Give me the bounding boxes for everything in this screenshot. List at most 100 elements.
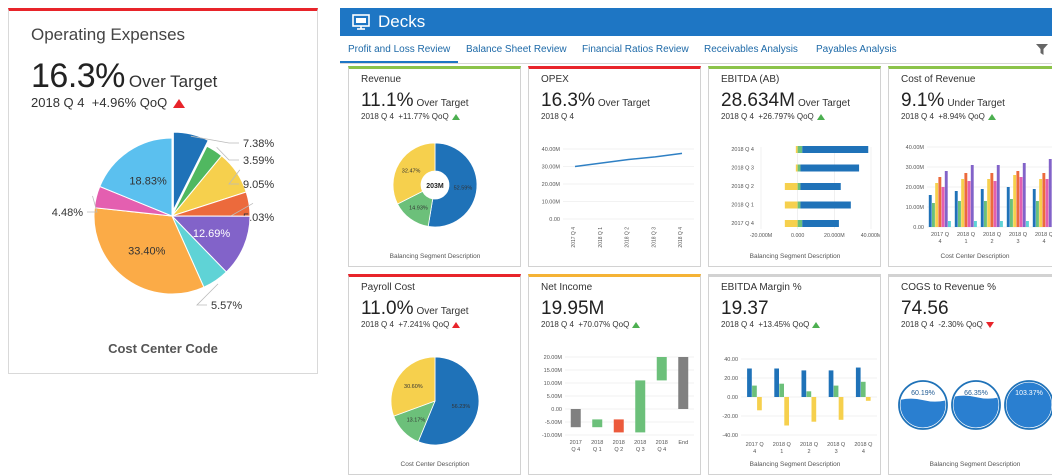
tab-payables-analysis[interactable]: Payables Analysis [816,44,897,55]
trend-up-icon [173,99,186,109]
x-tick-label: 2018 [591,440,603,446]
ebitda-margin-card[interactable]: EBITDA Margin % 19.37 2018 Q 4 +13.45% Q… [708,274,881,475]
x-tick-label: 4 [938,239,941,245]
bar [935,183,939,227]
cogs-to-revenue-gauges[interactable]: 60.19% 66.35% 103.37% Balancing Segment Des… [889,277,1052,475]
bar [996,165,1000,227]
y-tick-label: 40.00 [724,357,738,363]
bar [948,221,951,227]
y-tick-label: 10.00M [542,200,561,206]
bar [932,203,935,227]
app-header: Decks [340,8,1052,36]
x-tick-label: 4 [753,449,756,455]
revenue-card[interactable]: Revenue 11.1% Over Target 2018 Q 4 +11.77… [348,66,521,267]
opex-line-chart[interactable]: 0.00 10.00M 20.00M 30.00M 40.00M 2017 Q 4 2018… [529,69,701,267]
app-title: Decks [378,12,426,31]
bar [860,381,866,397]
operating-expenses-pie-chart[interactable]: 7.38%3.59%9.05%5.03%12.69%5.57%33.40%4.4… [9,121,317,336]
bar [1013,175,1017,227]
pie-slice-label: 4.48% [52,207,83,219]
bar [797,201,801,209]
x-tick-label: -20.000M [750,233,772,239]
bar [784,220,798,227]
net-income-waterfall-chart[interactable]: -10.00M -5.00M 0.00 5.00M 10.00M 15.00M 20.00M… [529,277,701,475]
waterfall-bar [635,380,646,433]
y-tick-label: 5.00M [547,394,563,400]
waterfall-bar [592,419,603,428]
y-tick-label: 30.00M [906,165,925,171]
ebitda-ab-bar-chart[interactable]: -20.000M 0.000 20.000M 40.000M 2018 Q 4 2018 … [709,69,881,267]
bar [784,183,798,190]
gauge-label: 60.19% [911,390,935,397]
bar [802,220,839,227]
x-tick-label: 3 [835,449,838,455]
x-tick-label: 0.000 [791,233,804,239]
bar [993,181,997,227]
cost-of-revenue-card[interactable]: Cost of Revenue 9.1% Under Target 2018 Q … [888,66,1052,267]
bar [757,397,762,411]
x-tick-label: 2018 Q [854,442,873,448]
bar [941,187,945,227]
bar [954,191,958,227]
operating-expenses-card[interactable]: Operating Expenses 16.3% Over Target 2018… [8,8,318,374]
tab-receivables-analysis[interactable]: Receivables Analysis [704,44,798,55]
tab-financial-ratios-review[interactable]: Financial Ratios Review [582,44,689,55]
bar [800,201,851,209]
ebitda-margin-bar-chart[interactable]: -40.00-20.000.0020.0040.002017 Q42018 Q1… [709,277,881,475]
bar [865,397,871,401]
y-tick-label: -20.00 [722,414,738,420]
cost-of-revenue-bar-chart[interactable]: 0.0010.00M20.00M30.00M40.00M2017 Q42018 … [889,69,1052,267]
y-tick-label: 0.00 [551,407,562,413]
net-income-card[interactable]: Net Income 19.95M 2018 Q 4 +70.07% QoQ -… [528,274,701,475]
gauge-fill [953,395,999,428]
filter-icon[interactable] [1036,44,1048,55]
y-tick-label: 40.00M [906,145,925,151]
x-tick-label: 2018 Q [773,442,792,448]
x-tick-label: 2017 Q [931,232,950,238]
bar [970,165,974,227]
pie-slice-label: 14.93% [409,206,428,212]
x-tick-label: 2018 Q 1 [598,227,604,248]
tab-profit-and-loss-review[interactable]: Profit and Loss Review [348,44,450,55]
y-tick-label: 15.00M [544,368,563,374]
y-tick-label: 0.00 [727,395,738,401]
bar [855,367,861,397]
tab-balance-sheet-review[interactable]: Balance Sheet Review [466,44,567,55]
bar [784,201,798,209]
pie-slice-label: 7.38% [243,138,274,150]
bar [747,368,752,397]
y-tick-label: 20.00 [724,376,738,382]
ebitda-ab-card[interactable]: EBITDA (AB) 28.634M Over Target 2018 Q 4 … [708,66,881,267]
chart-caption: Balancing Segment Description [750,253,841,260]
y-tick-label: -5.00M [545,420,563,426]
cogs-to-revenue-card[interactable]: COGS to Revenue % 74.56 2018 Q 4 -2.30% … [888,274,1052,475]
bar [797,146,803,153]
bar [1006,187,1010,227]
y-tick-label: 30.00M [542,165,561,171]
revenue-pie-chart[interactable]: 52.59% 14.93% 32.47% 203M Balancing Segment … [349,69,521,267]
bar [811,397,817,422]
opex-card[interactable]: OPEX 16.3% Over Target 2018 Q 4 0.00 10.00… [528,66,701,267]
kpi-period: 2018 Q 4 [31,95,85,110]
x-tick-label: 4 [1042,239,1045,245]
bar [802,146,869,153]
x-tick-label: 2018 Q 3 [651,227,657,248]
x-tick-label: 2018 [656,440,668,446]
tab-bar: Profit and Loss Review Balance Sheet Rev… [340,36,1052,64]
bar [1036,201,1039,227]
bar [1039,179,1043,227]
series-line [574,152,683,168]
bar [833,385,839,397]
bar [964,173,968,227]
y-tick-label: 2017 Q 4 [731,221,754,227]
x-tick-label: Q 1 [593,447,602,453]
payroll-cost-pie-chart[interactable]: 56.23% 13.17% 30.60% Cost Center Descriptio… [349,277,521,475]
x-tick-label: 2 [807,449,810,455]
bar [801,370,807,397]
bar [974,221,977,227]
bar [828,370,834,397]
x-tick-label: End [678,440,688,446]
payroll-cost-card[interactable]: Payroll Cost 11.0% Over Target 2018 Q 4 +… [348,274,521,475]
x-tick-label: 40.000M [861,233,881,239]
x-tick-label: 2018 Q [957,232,976,238]
